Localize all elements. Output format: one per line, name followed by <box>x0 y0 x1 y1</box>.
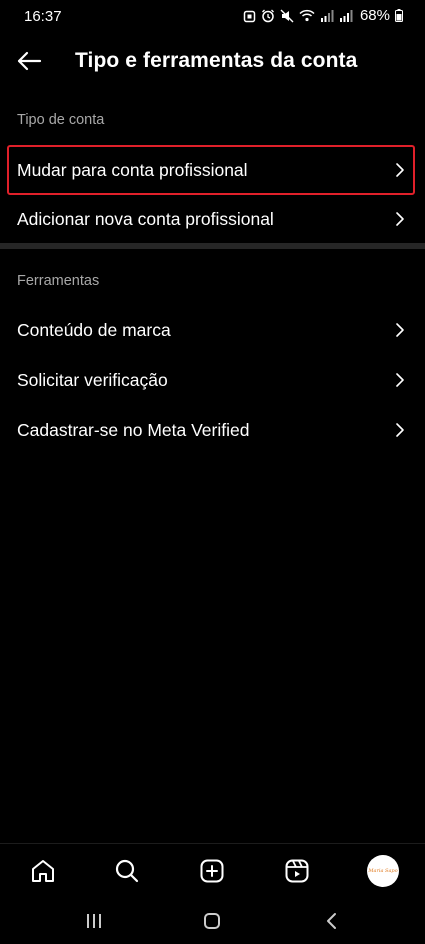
system-nav-bar <box>0 897 425 944</box>
nav-search[interactable] <box>112 856 142 886</box>
home-circle-icon <box>204 913 220 929</box>
header: Tipo e ferramentas da conta <box>0 34 425 90</box>
back-button[interactable] <box>12 46 46 76</box>
arrow-left-icon <box>17 51 42 71</box>
nav-reels[interactable] <box>282 856 312 886</box>
row-label: Cadastrar-se no Meta Verified <box>17 419 250 440</box>
status-bar: 16:37 68% <box>0 0 425 34</box>
meta-verified-row[interactable]: Cadastrar-se no Meta Verified <box>0 406 425 454</box>
clock-alarm-icon <box>261 9 275 23</box>
section-divider <box>0 243 425 249</box>
signal-icon <box>320 9 334 22</box>
row-label: Conteúdo de marca <box>17 319 171 340</box>
request-verification-row[interactable]: Solicitar verificação <box>0 356 425 404</box>
create-post-icon <box>200 859 224 883</box>
branded-content-row[interactable]: Conteúdo de marca <box>0 306 425 354</box>
chevron-right-icon <box>396 212 404 226</box>
alarm-icon <box>243 9 256 23</box>
row-label: Adicionar nova conta profissional <box>17 208 274 229</box>
recent-apps-icon <box>87 914 101 928</box>
signal-icon-2 <box>339 9 353 22</box>
home-icon <box>32 860 54 882</box>
nav-home[interactable] <box>28 856 58 886</box>
nav-create[interactable] <box>197 856 227 886</box>
row-label: Mudar para conta profissional <box>17 159 248 180</box>
reels-icon <box>285 859 309 883</box>
battery-icon <box>395 9 403 22</box>
bottom-nav: Maria Sapo <box>0 843 425 897</box>
page-title: Tipo e ferramentas da conta <box>75 49 358 72</box>
row-label: Solicitar verificação <box>17 369 168 390</box>
section-label-account-type: Tipo de conta <box>17 112 105 128</box>
system-home-button[interactable] <box>200 910 224 932</box>
chevron-right-icon <box>396 163 404 177</box>
switch-to-professional-row[interactable]: Mudar para conta profissional <box>0 146 425 194</box>
chevron-right-icon <box>396 423 404 437</box>
chevron-right-icon <box>396 373 404 387</box>
chevron-right-icon <box>396 323 404 337</box>
status-time: 16:37 <box>24 8 62 25</box>
mute-icon <box>280 9 294 23</box>
add-professional-account-row[interactable]: Adicionar nova conta profissional <box>0 195 425 243</box>
back-chevron-icon <box>327 913 336 929</box>
search-icon <box>115 859 139 883</box>
profile-avatar[interactable]: Maria Sapo <box>367 855 399 887</box>
system-back-button[interactable] <box>320 910 344 932</box>
status-icons: 68% <box>243 7 403 24</box>
section-label-tools: Ferramentas <box>17 273 100 289</box>
avatar-text: Maria Sapo <box>368 868 398 874</box>
wifi-icon <box>299 9 315 22</box>
recent-apps-button[interactable] <box>82 910 106 932</box>
battery-percent: 68% <box>359 7 390 24</box>
